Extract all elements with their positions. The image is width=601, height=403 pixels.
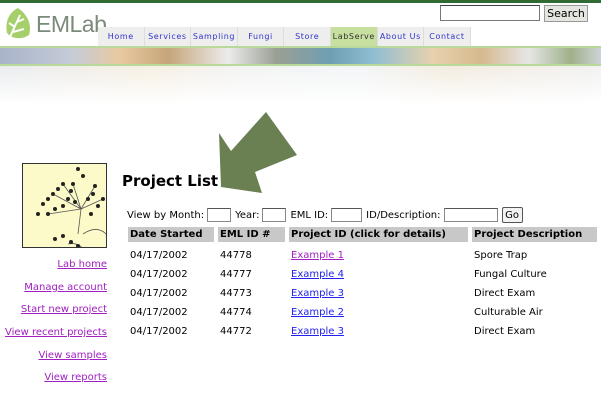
project-table: Date Started EML ID # Project ID (click …	[124, 227, 601, 337]
table-row: 04/17/2002 44777 Example 4 Fungal Cultur…	[128, 261, 597, 280]
emlid-label: EML ID:	[290, 209, 329, 221]
table-row: 04/17/2002 44774 Example 2 Culturable Ai…	[128, 299, 597, 318]
project-link[interactable]: Example 3	[291, 288, 344, 299]
description-input[interactable]	[443, 208, 498, 222]
date-cell: 04/17/2002	[130, 307, 188, 318]
eml-id-cell: 44777	[220, 269, 252, 280]
table-row: 04/17/2002 44773 Example 3 Direct Exam	[128, 280, 597, 299]
date-cell: 04/17/2002	[130, 250, 188, 261]
table-row: 04/17/2002 44772 Example 3 Direct Exam	[128, 318, 597, 337]
date-cell: 04/17/2002	[130, 269, 188, 280]
filter-form: View by Month: Year: EML ID: ID/Descript…	[127, 207, 523, 223]
description-cell: Fungal Culture	[474, 269, 547, 280]
project-link[interactable]: Example 2	[291, 307, 344, 318]
table-row: 04/17/2002 44778 Example 1 Spore Trap	[128, 242, 597, 261]
project-id-cell: Example 2	[289, 299, 468, 318]
eml-id-cell: 44772	[220, 326, 252, 337]
month-label: View by Month:	[127, 209, 205, 221]
project-id-cell: Example 3	[289, 280, 468, 299]
project-link[interactable]: Example 4	[291, 269, 344, 280]
header-project-id: Project ID (click for details)	[289, 227, 468, 242]
desc-label: ID/Description:	[366, 209, 441, 221]
eml-id-cell: 44773	[220, 288, 252, 299]
project-id-cell: Example 3	[289, 318, 468, 337]
month-input[interactable]	[207, 208, 232, 222]
go-button[interactable]: Go	[501, 207, 523, 223]
description-cell: Direct Exam	[474, 288, 536, 299]
description-cell: Culturable Air	[474, 307, 543, 318]
date-cell: 04/17/2002	[130, 326, 188, 337]
description-cell: Direct Exam	[474, 326, 536, 337]
date-cell: 04/17/2002	[130, 288, 188, 299]
project-link[interactable]: Example 1	[291, 250, 344, 261]
emlid-input[interactable]	[331, 208, 363, 222]
header-eml-id: EML ID #	[218, 227, 285, 242]
year-label: Year:	[235, 209, 260, 221]
description-cell: Spore Trap	[474, 250, 528, 261]
project-id-cell: Example 4	[289, 261, 468, 280]
year-input[interactable]	[262, 208, 287, 222]
header-project-description: Project Description	[472, 227, 597, 242]
project-id-cell: Example 1	[289, 242, 468, 261]
header-date-started: Date Started	[128, 227, 214, 242]
eml-id-cell: 44774	[220, 307, 252, 318]
page-title: Project List	[122, 172, 219, 190]
eml-id-cell: 44778	[220, 250, 252, 261]
project-link[interactable]: Example 3	[291, 326, 344, 337]
arrow-pointer-icon	[219, 112, 297, 193]
